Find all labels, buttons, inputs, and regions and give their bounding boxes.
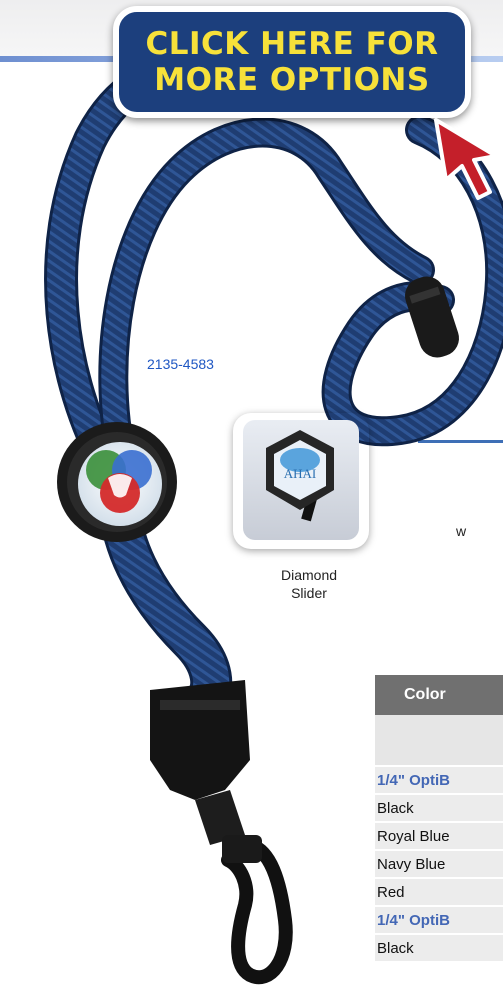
- slider-caption-line-2: Slider: [291, 585, 327, 601]
- cta-line-1: CLICK HERE FOR: [145, 26, 439, 62]
- table-row[interactable]: Black: [375, 793, 503, 821]
- slider-caption-line-1: Diamond: [280, 567, 338, 583]
- table-body: 1/4" OptiB Black Royal Blue Navy Blue Red 1/4…: [375, 765, 503, 961]
- table-row[interactable]: Red: [375, 877, 503, 905]
- table-section-row: 1/4" OptiB: [375, 765, 503, 793]
- more-options-button[interactable]: CLICK HERE FOR MORE OPTIONS: [113, 6, 471, 118]
- diamond-slider-thumbnail[interactable]: [233, 413, 369, 549]
- part-number-link[interactable]: 2135-4583: [147, 356, 214, 372]
- table-header-spacer: [375, 715, 503, 765]
- table-row[interactable]: Royal Blue: [375, 821, 503, 849]
- slider-caption: Diamond Slider: [279, 566, 339, 602]
- cursor-arrow-icon: [434, 118, 498, 200]
- cta-line-2: MORE OPTIONS: [154, 62, 430, 98]
- table-header-color: Color: [375, 675, 503, 715]
- truncated-text: w: [456, 523, 467, 539]
- table-row[interactable]: Navy Blue: [375, 849, 503, 877]
- table-row[interactable]: Black: [375, 933, 503, 961]
- table-section-row: 1/4" OptiB: [375, 905, 503, 933]
- color-table: Color 1/4" OptiB Black Royal Blue Navy Blue…: [375, 675, 503, 961]
